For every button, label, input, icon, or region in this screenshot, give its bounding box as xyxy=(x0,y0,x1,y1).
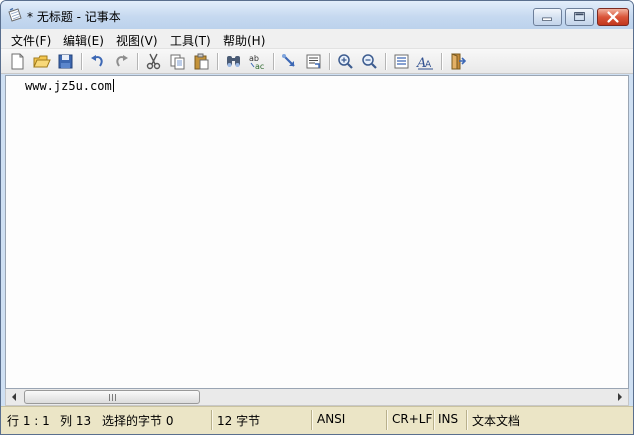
status-divider xyxy=(386,410,387,430)
open-folder-icon[interactable] xyxy=(32,52,51,71)
editor-text: www.jz5u.com xyxy=(25,79,112,93)
find-icon[interactable] xyxy=(224,52,243,71)
status-insert-mode: INS xyxy=(438,412,459,426)
goto-icon[interactable] xyxy=(280,52,299,71)
maximize-button[interactable] xyxy=(565,8,594,26)
status-selected-bytes: 选择的字节 0 xyxy=(102,414,174,428)
close-button[interactable] xyxy=(597,8,629,26)
exit-icon[interactable] xyxy=(448,52,467,71)
toolbar-separator xyxy=(137,53,138,70)
status-divider xyxy=(466,410,467,430)
status-divider xyxy=(211,410,212,430)
horizontal-scrollbar[interactable] xyxy=(5,389,629,406)
zoom-in-icon[interactable] xyxy=(336,52,355,71)
status-divider xyxy=(433,410,434,430)
maximize-icon xyxy=(574,12,585,21)
toolbar-separator xyxy=(441,53,442,70)
status-encoding: ANSI xyxy=(317,412,346,426)
status-divider xyxy=(311,410,312,430)
scroll-left-button[interactable] xyxy=(6,389,23,405)
status-byte-count: 12 字节 xyxy=(217,414,261,428)
status-document-type: 文本文档 xyxy=(472,414,521,428)
status-position: 行 1 : 1 xyxy=(7,414,50,428)
window-title: * 无标题 - 记事本 xyxy=(27,10,121,24)
cut-icon[interactable] xyxy=(144,52,163,71)
status-bar: 行 1 : 1 列 13 选择的字节 0 12 字节 ANSI CR+LF IN… xyxy=(1,406,633,434)
menu-tools[interactable]: 工具(T) xyxy=(168,31,213,50)
save-disk-icon[interactable] xyxy=(56,52,75,71)
notepad-window: * 无标题 - 记事本 文件(F) 编辑(E) 视图(V) 工具(T) 帮助(H… xyxy=(0,0,634,435)
insert-datetime-icon[interactable] xyxy=(304,52,323,71)
toolbar-separator xyxy=(217,53,218,70)
scroll-right-button[interactable] xyxy=(611,389,628,405)
toolbar-separator xyxy=(273,53,274,70)
arrow-left-icon xyxy=(12,393,16,401)
new-file-icon[interactable] xyxy=(8,52,27,71)
text-editor[interactable]: www.jz5u.com xyxy=(5,75,629,389)
svg-text:ac: ac xyxy=(255,62,264,71)
menu-help[interactable]: 帮助(H) xyxy=(221,31,267,50)
editor-content[interactable]: www.jz5u.com xyxy=(25,79,114,93)
title-bar[interactable]: * 无标题 - 记事本 xyxy=(1,1,633,29)
replace-icon[interactable]: ab ac xyxy=(248,52,267,71)
toolbar-separator xyxy=(385,53,386,70)
font-icon[interactable]: AA xyxy=(416,52,435,71)
status-line-ending: CR+LF xyxy=(392,412,433,426)
word-wrap-icon[interactable] xyxy=(392,52,411,71)
minimize-icon xyxy=(542,17,552,21)
text-caret xyxy=(112,79,114,92)
notepad-app-icon[interactable] xyxy=(7,7,23,23)
redo-icon[interactable] xyxy=(112,52,131,71)
status-column: 列 13 xyxy=(60,414,92,428)
close-icon xyxy=(607,11,619,23)
copy-icon[interactable] xyxy=(168,52,187,71)
menu-bar: 文件(F) 编辑(E) 视图(V) 工具(T) 帮助(H) xyxy=(1,29,633,49)
scrollbar-thumb[interactable] xyxy=(24,390,200,404)
thumb-grip xyxy=(109,394,117,401)
toolbar-separator xyxy=(81,53,82,70)
menu-file[interactable]: 文件(F) xyxy=(9,31,53,50)
undo-icon[interactable] xyxy=(88,52,107,71)
toolbar-separator xyxy=(329,53,330,70)
menu-edit[interactable]: 编辑(E) xyxy=(61,31,106,50)
zoom-out-icon[interactable] xyxy=(360,52,379,71)
minimize-button[interactable] xyxy=(533,8,562,26)
arrow-right-icon xyxy=(618,393,622,401)
toolbar: ab ac AA xyxy=(1,49,633,74)
paste-icon[interactable] xyxy=(192,52,211,71)
menu-view[interactable]: 视图(V) xyxy=(114,31,160,50)
